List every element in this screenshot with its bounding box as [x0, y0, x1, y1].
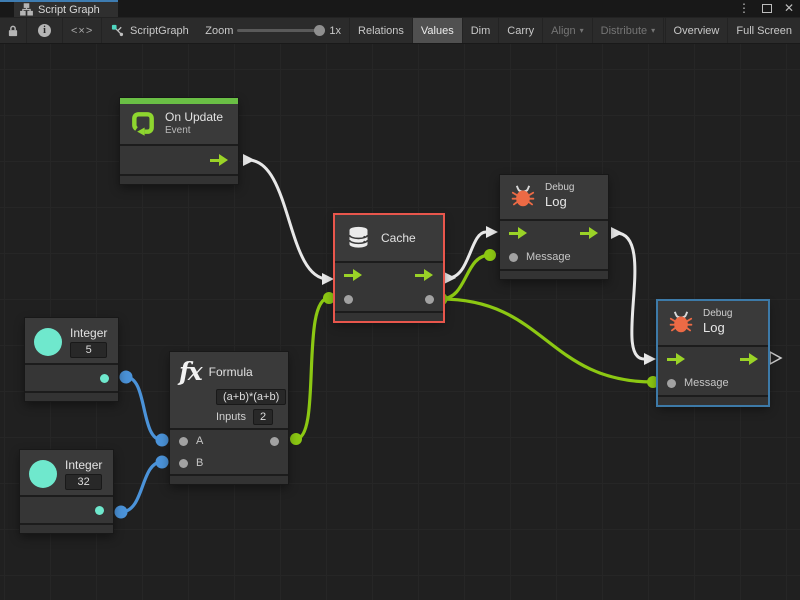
window-controls: ⋮ ✕: [738, 0, 794, 17]
port-label: A: [196, 435, 203, 447]
dim-button[interactable]: Dim: [463, 18, 500, 43]
overview-button[interactable]: Overview: [666, 18, 729, 43]
zoom-value: 1x: [329, 25, 341, 37]
integer-icon: [34, 328, 62, 356]
tab-title: Script Graph: [38, 4, 100, 16]
wire-integer2-to-formula-b: [121, 462, 162, 512]
node-footer: [658, 397, 768, 405]
value-out-port[interactable]: [425, 295, 434, 304]
node-footer: [120, 176, 238, 184]
node-footer: [170, 476, 288, 484]
wire-formula-to-cache: [296, 298, 329, 439]
node-on-update[interactable]: On Update Event: [120, 98, 238, 184]
node-footer: [500, 271, 608, 279]
title-bar: Script Graph ⋮ ✕: [0, 0, 800, 17]
value-out-port[interactable]: [95, 506, 104, 515]
hierarchy-icon: [20, 3, 33, 16]
input-a-port[interactable]: [179, 437, 188, 446]
input-b-port[interactable]: [179, 459, 188, 468]
node-formula[interactable]: fx Formula (a+b)*(a+b) Inputs 2 A B: [170, 352, 288, 484]
relations-button[interactable]: Relations: [350, 18, 413, 43]
flow-out-port[interactable]: [210, 154, 229, 166]
zoom-slider[interactable]: [235, 18, 325, 43]
node-integer-1[interactable]: Integer 5: [25, 318, 118, 401]
wire-integer1-to-formula-a: [126, 377, 162, 440]
flow-out-port[interactable]: [415, 269, 434, 281]
inputs-label: Inputs: [216, 411, 246, 423]
wire-debug1-to-debug2: [616, 233, 644, 359]
node-title: On Update: [165, 110, 223, 124]
distribute-dropdown[interactable]: Distribute ▾: [593, 18, 664, 43]
node-title: Integer: [65, 458, 102, 472]
lock-icon: [7, 24, 19, 38]
zoom-slider-handle[interactable]: [314, 25, 325, 36]
carry-button[interactable]: Carry: [499, 18, 543, 43]
info-button[interactable]: i: [27, 18, 63, 43]
zoom-slider-track[interactable]: [237, 29, 321, 32]
wire-cache-to-debug1: [448, 232, 486, 278]
formula-fx-icon: fx: [179, 359, 201, 384]
node-cache[interactable]: Cache: [335, 215, 443, 321]
node-heading: Debug: [545, 182, 574, 193]
integer-value-field[interactable]: 32: [65, 474, 102, 490]
wire-cache-to-debug1-message: [441, 255, 490, 299]
node-subtitle: Event: [165, 125, 223, 136]
wire-cache-to-debug2-message: [441, 299, 653, 382]
bug-icon: [668, 309, 694, 335]
values-button[interactable]: Values: [413, 18, 463, 43]
chevron-down-icon: ▾: [580, 26, 584, 35]
message-in-port[interactable]: [509, 253, 518, 262]
formula-expression-field[interactable]: (a+b)*(a+b): [216, 389, 286, 405]
value-out-port[interactable]: [100, 374, 109, 383]
bug-icon: [510, 183, 536, 209]
graph-name-label[interactable]: ScriptGraph: [103, 18, 197, 43]
node-footer: [335, 313, 443, 321]
node-title: Log: [703, 320, 732, 335]
flow-out-port[interactable]: [740, 353, 759, 365]
maximize-icon[interactable]: [762, 4, 772, 13]
wire-onupdate-to-cache: [248, 160, 328, 279]
flow-in-port[interactable]: [667, 353, 686, 365]
node-debug-log-1[interactable]: Debug Log Message: [500, 175, 608, 279]
node-debug-log-2[interactable]: Debug Log Message: [658, 301, 768, 405]
flow-in-port[interactable]: [509, 227, 528, 239]
port-label: B: [196, 457, 203, 469]
node-title: Formula: [209, 365, 253, 379]
flow-in-port[interactable]: [344, 269, 363, 281]
database-icon: [345, 224, 372, 251]
code-view-button[interactable]: <×>: [63, 18, 102, 43]
event-loop-icon: [130, 110, 156, 136]
chevron-down-icon: ▾: [651, 26, 655, 35]
info-icon: i: [38, 24, 51, 37]
inputs-count-field[interactable]: 2: [253, 409, 273, 425]
message-in-port[interactable]: [667, 379, 676, 388]
more-icon[interactable]: ⋮: [738, 0, 750, 17]
lock-button[interactable]: [0, 18, 27, 43]
graph-canvas[interactable]: On Update Event Cache: [0, 44, 800, 600]
integer-icon: [29, 460, 57, 488]
node-footer: [25, 393, 118, 401]
flow-out-port[interactable]: [580, 227, 599, 239]
integer-value-field[interactable]: 5: [70, 342, 107, 358]
node-title: Log: [545, 194, 574, 209]
node-footer: [20, 525, 113, 533]
full-screen-button[interactable]: Full Screen: [728, 18, 800, 43]
tab-script-graph[interactable]: Script Graph: [14, 2, 118, 17]
align-dropdown[interactable]: Align ▾: [543, 18, 592, 43]
unconnected-flow-arrow: [770, 352, 781, 364]
value-in-port[interactable]: [344, 295, 353, 304]
port-label: Message: [684, 377, 729, 389]
graph-toolbar: i <×> ScriptGraph Zoom 1x Relations Valu…: [0, 17, 800, 44]
code-icon: <×>: [71, 25, 93, 37]
value-out-port[interactable]: [270, 437, 279, 446]
close-icon[interactable]: ✕: [784, 0, 794, 17]
node-title: Cache: [381, 231, 416, 245]
graph-icon: [111, 24, 124, 37]
node-integer-2[interactable]: Integer 32: [20, 450, 113, 533]
node-title: Integer: [70, 326, 107, 340]
zoom-label: Zoom: [205, 25, 233, 37]
node-heading: Debug: [703, 308, 732, 319]
port-label: Message: [526, 251, 571, 263]
